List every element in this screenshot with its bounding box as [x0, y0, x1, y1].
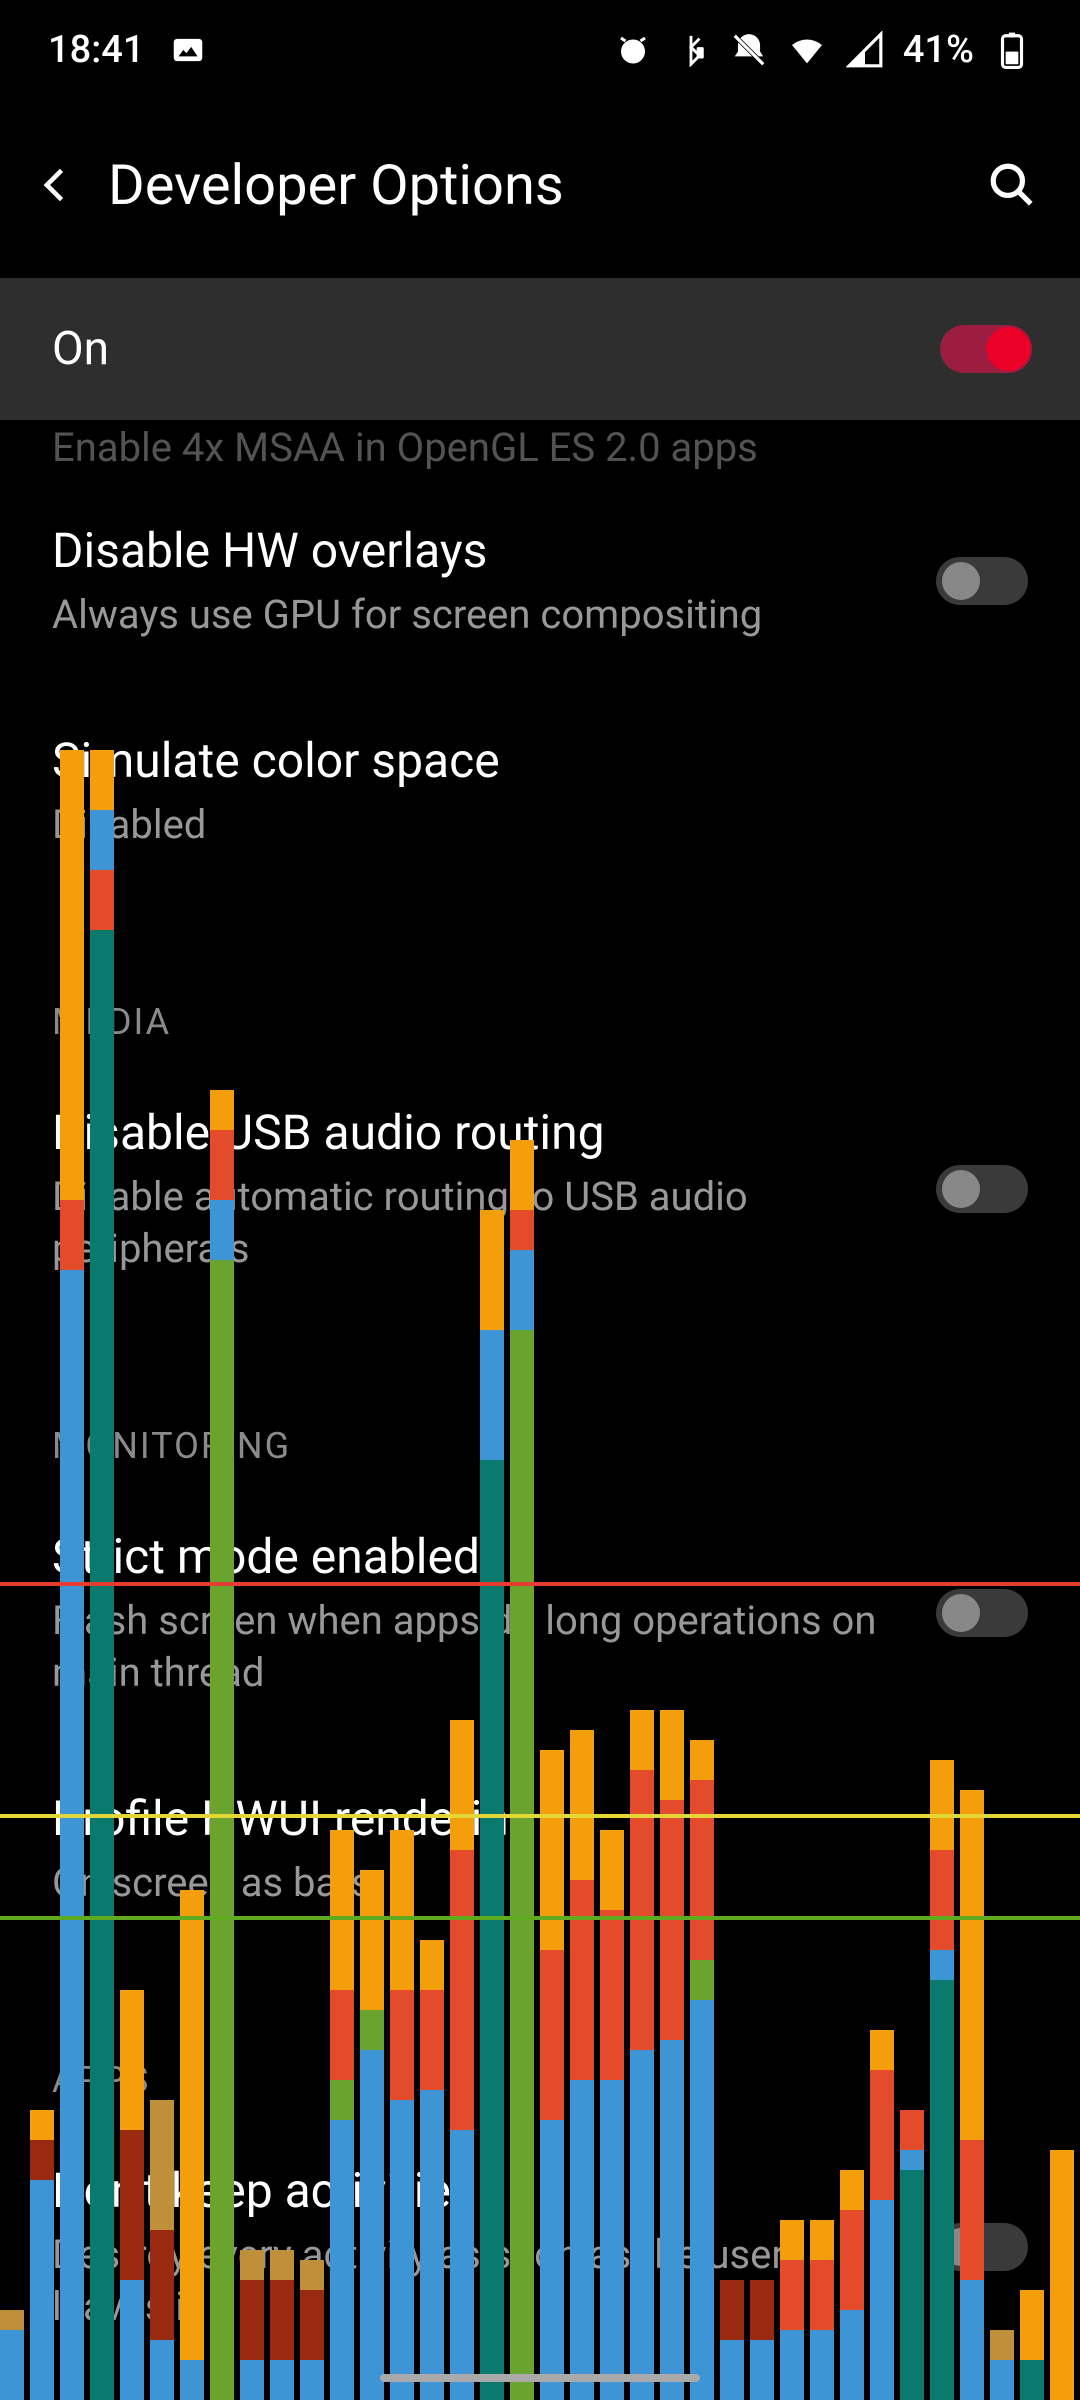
setting-profile-hwui-rendering[interactable]: Profile HWUI rendering On screen as bars [52, 1739, 1028, 1949]
setting-title: Profile HWUI rendering [52, 1789, 1028, 1849]
disable-usb-audio-switch[interactable] [936, 1165, 1028, 1213]
setting-strict-mode[interactable]: Strict mode enabled Flash screen when ap… [52, 1477, 1028, 1739]
alarm-icon [613, 30, 653, 70]
setting-title: Don't keep activities [52, 2161, 906, 2221]
section-header-monitoring: MONITORING [52, 1315, 1028, 1477]
strict-mode-switch[interactable] [936, 1589, 1028, 1637]
status-time: 18:41 [48, 28, 144, 72]
signal-icon [845, 30, 885, 70]
search-button[interactable] [984, 157, 1040, 213]
settings-list: Enable 4x MSAA in OpenGL ES 2.0 apps Dis… [0, 420, 1080, 2400]
setting-simulate-color-space[interactable]: Simulate color space Disabled [52, 681, 1028, 891]
home-indicator[interactable] [380, 2374, 700, 2382]
setting-subtitle: Flash screen when apps do long operation… [52, 1595, 906, 1699]
setting-subtitle: On screen as bars [52, 1857, 1028, 1909]
setting-subtitle: Destroy every activity as soon as the us… [52, 2229, 906, 2333]
setting-dont-keep-activities[interactable]: Don't keep activities Destroy every acti… [52, 2111, 1028, 2373]
setting-title: Strict mode enabled [52, 1527, 906, 1587]
setting-subtitle: Disable automatic routing to USB audio p… [52, 1171, 906, 1275]
status-bar: 18:41 41% [0, 0, 1080, 92]
developer-options-master-toggle-row[interactable]: On [0, 278, 1080, 420]
disable-hw-overlays-switch[interactable] [936, 557, 1028, 605]
dnd-icon [729, 30, 769, 70]
setting-title: Simulate color space [52, 731, 1028, 791]
setting-title: Disable HW overlays [52, 521, 906, 581]
setting-subtitle: Always use GPU for screen compositing [52, 589, 906, 641]
partial-row-msaa[interactable]: Enable 4x MSAA in OpenGL ES 2.0 apps [52, 420, 1028, 471]
screenshot-icon [168, 30, 208, 70]
master-toggle-label: On [52, 322, 109, 376]
battery-percent: 41% [903, 28, 974, 72]
section-header-media: MEDIA [52, 891, 1028, 1053]
section-header-apps: APPS [52, 1949, 1028, 2111]
page-title: Developer Options [108, 152, 956, 218]
app-header: Developer Options [0, 92, 1080, 278]
setting-disable-hw-overlays[interactable]: Disable HW overlays Always use GPU for s… [52, 471, 1028, 681]
developer-options-switch[interactable] [940, 325, 1032, 373]
back-button[interactable] [32, 161, 80, 209]
dont-keep-activities-switch[interactable] [936, 2223, 1028, 2271]
battery-icon [992, 30, 1032, 70]
setting-subtitle: Disabled [52, 799, 1028, 851]
setting-disable-usb-audio-routing[interactable]: Disable USB audio routing Disable automa… [52, 1053, 1028, 1315]
bluetooth-icon [671, 30, 711, 70]
wifi-icon [787, 30, 827, 70]
setting-title: Disable USB audio routing [52, 1103, 906, 1163]
